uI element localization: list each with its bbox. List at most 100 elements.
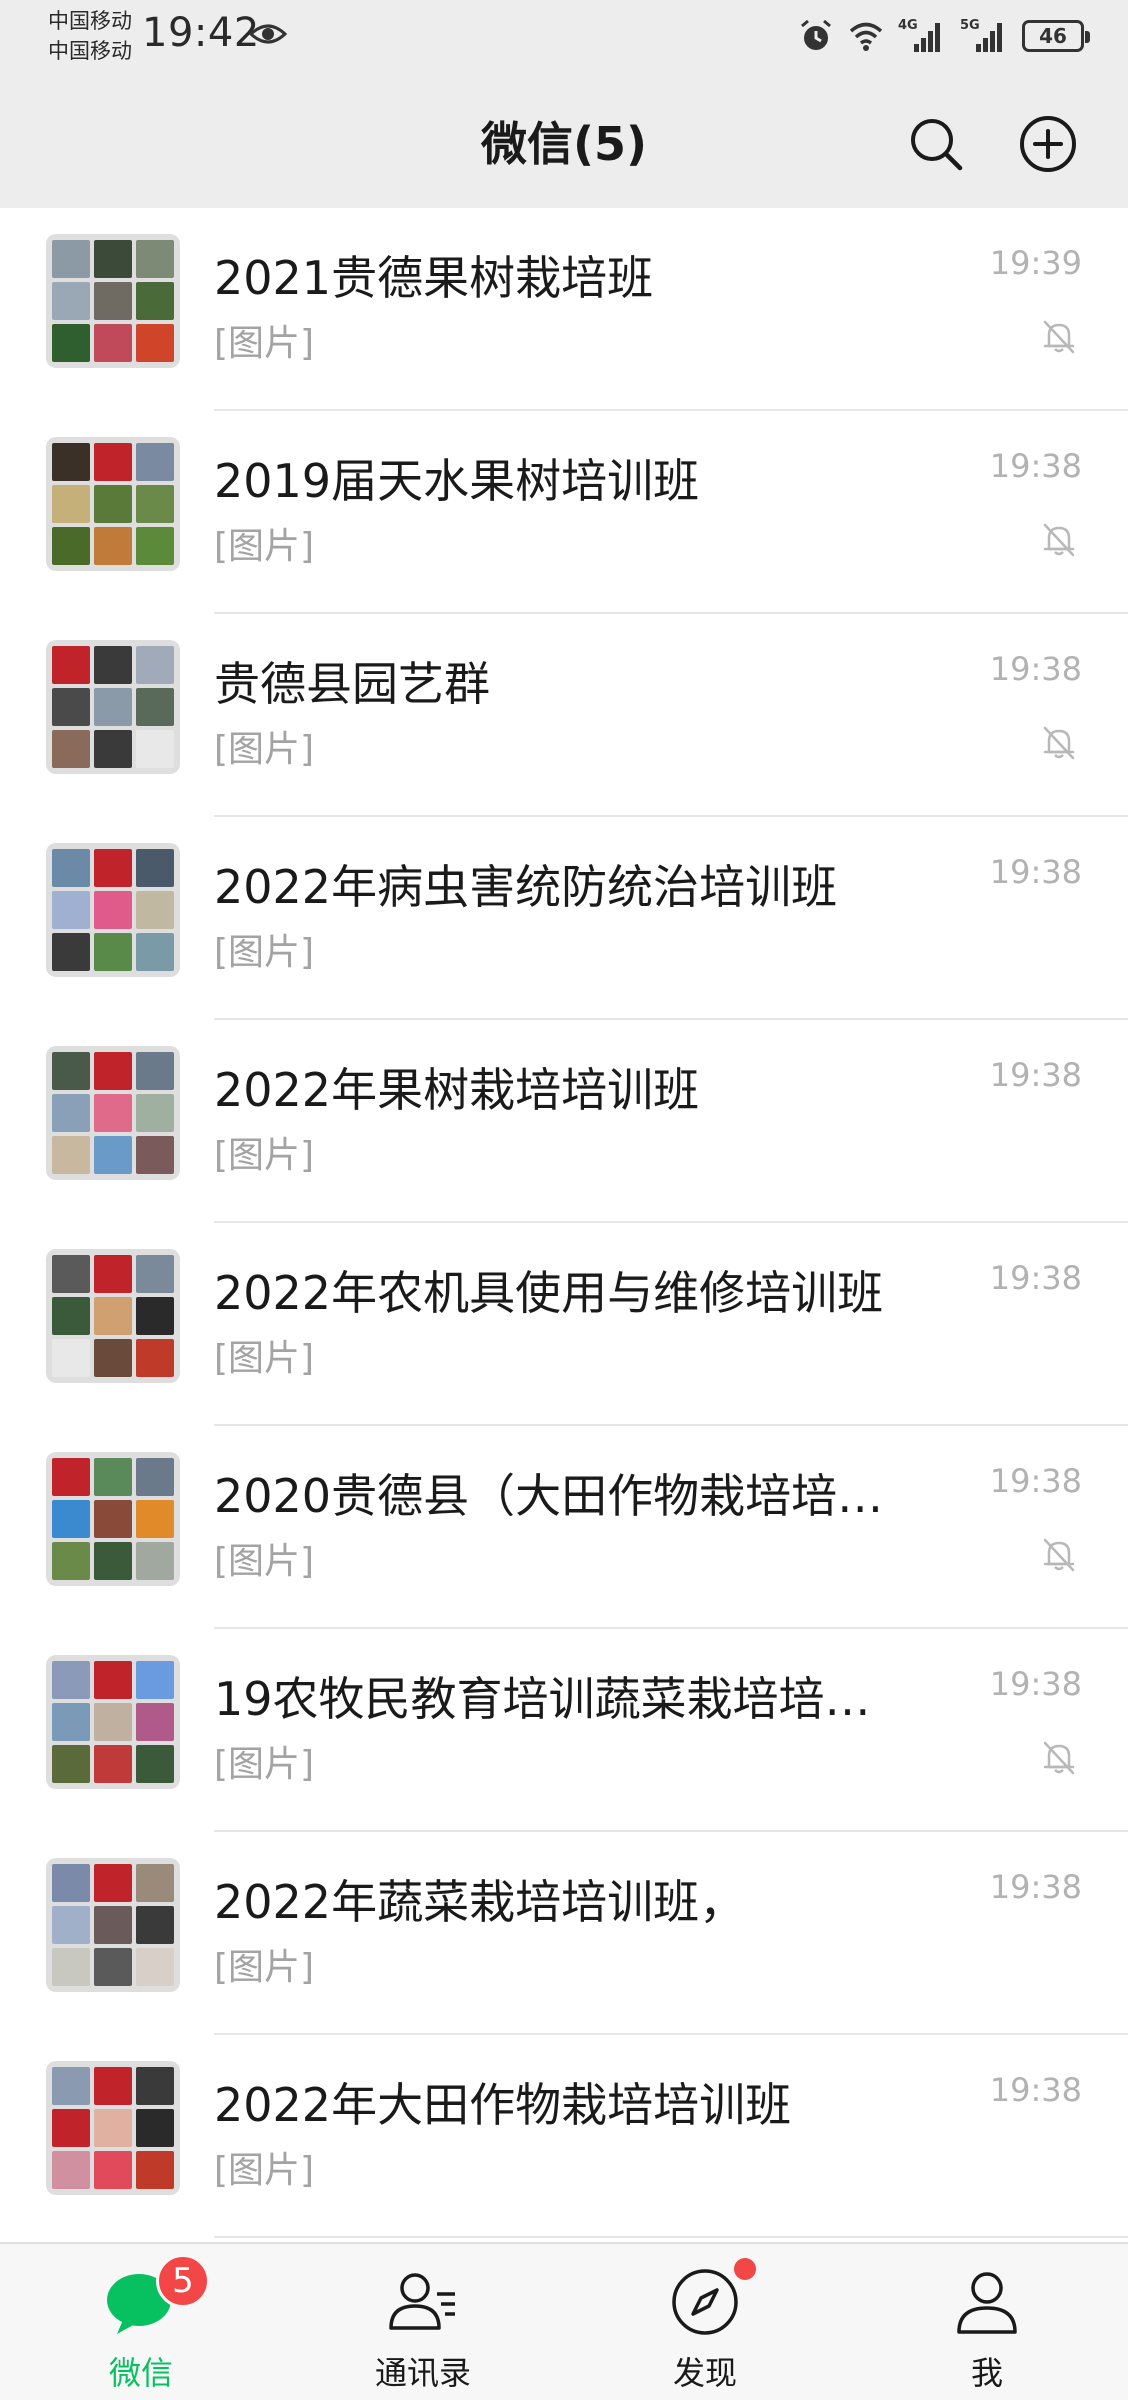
app-header: 微信(5) xyxy=(0,78,1128,208)
chat-time: 19:38 xyxy=(989,1665,1082,1703)
avatar-tile xyxy=(52,849,90,887)
search-button[interactable] xyxy=(900,108,972,180)
avatar-tile xyxy=(136,646,174,684)
avatar-tile xyxy=(94,1542,132,1580)
chat-time: 19:38 xyxy=(989,650,1082,688)
avatar-tile xyxy=(52,1255,90,1293)
avatar-tile xyxy=(136,527,174,565)
mute-icon xyxy=(1043,523,1075,557)
avatar-tile xyxy=(136,849,174,887)
avatar-tile xyxy=(136,1745,174,1783)
avatar-tile xyxy=(52,730,90,768)
avatar-tile xyxy=(94,2109,132,2147)
carrier-info: 中国移动 中国移动 xyxy=(48,6,132,66)
avatar-tile xyxy=(94,1255,132,1293)
avatar-tile xyxy=(136,1297,174,1335)
group-avatar xyxy=(46,843,180,977)
avatar-tile xyxy=(52,240,90,278)
chat-list-item[interactable]: 2020贵德县（大田作物栽培培… [图片] 19:38 xyxy=(0,1426,1128,1629)
avatar-tile xyxy=(136,730,174,768)
tab-label: 发现 xyxy=(672,2354,737,2392)
divider xyxy=(214,2236,1128,2238)
avatar-tile xyxy=(136,933,174,971)
avatar-tile xyxy=(94,240,132,278)
tab-contacts[interactable]: 通讯录 xyxy=(282,2244,564,2400)
avatar-tile xyxy=(52,1297,90,1335)
tab-me[interactable]: 我 xyxy=(846,2244,1128,2400)
chat-list-item[interactable]: 贵德县园艺群 [图片] 19:38 xyxy=(0,614,1128,817)
group-avatar xyxy=(46,437,180,571)
chat-list-item[interactable]: 2022年农机具使用与维修培训班 [图片] 19:38 xyxy=(0,1223,1128,1426)
chat-time: 19:38 xyxy=(989,1868,1082,1906)
wifi-icon xyxy=(849,22,883,51)
alarm-icon xyxy=(801,19,831,50)
chat-preview: [图片] xyxy=(214,729,315,770)
bottom-tab-bar: 微信 5 通讯录 发现 我 xyxy=(0,2242,1128,2400)
chat-preview: [图片] xyxy=(214,1947,315,1988)
avatar-tile xyxy=(52,1500,90,1538)
avatar-tile xyxy=(52,2151,90,2189)
avatar-tile xyxy=(136,1542,174,1580)
chat-list-item[interactable]: 2021贵德果树栽培班 [图片] 19:39 xyxy=(0,208,1128,411)
chat-name: 19农牧民教育培训蔬菜栽培培… xyxy=(214,1672,871,1726)
avatar-tile xyxy=(94,1661,132,1699)
chat-preview: [图片] xyxy=(214,1338,315,1379)
avatar-tile xyxy=(94,933,132,971)
avatar-tile xyxy=(52,1136,90,1174)
tab-chats[interactable]: 微信 5 xyxy=(0,2244,282,2400)
chat-name: 2020贵德县（大田作物栽培培… xyxy=(214,1469,884,1523)
tab-label: 微信 xyxy=(108,2354,173,2392)
chat-list-item[interactable]: 2022年病虫害统防统治培训班 [图片] 19:38 xyxy=(0,817,1128,1020)
avatar-tile xyxy=(52,1094,90,1132)
chat-list-item[interactable]: 2022年蔬菜栽培培训班， [图片] 19:38 xyxy=(0,1832,1128,2035)
avatar-tile xyxy=(94,324,132,362)
avatar-tile xyxy=(52,646,90,684)
avatar-tile xyxy=(136,1500,174,1538)
avatar-tile xyxy=(52,324,90,362)
avatar-tile xyxy=(94,1703,132,1741)
group-avatar xyxy=(46,1655,180,1789)
avatar-tile xyxy=(94,688,132,726)
contacts-icon xyxy=(385,2264,461,2340)
group-avatar xyxy=(46,1046,180,1180)
avatar-tile xyxy=(52,1864,90,1902)
tab-label: 我 xyxy=(970,2354,1003,2392)
avatar-tile xyxy=(136,282,174,320)
group-avatar xyxy=(46,234,180,368)
carrier-2: 中国移动 xyxy=(48,39,132,63)
tab-discover[interactable]: 发现 xyxy=(564,2244,846,2400)
chat-name: 2021贵德果树栽培班 xyxy=(214,251,654,305)
avatar-tile xyxy=(136,1864,174,1902)
avatar-tile xyxy=(136,1948,174,1986)
avatar-tile xyxy=(94,730,132,768)
avatar-tile xyxy=(136,2151,174,2189)
avatar-tile xyxy=(136,324,174,362)
avatar-tile xyxy=(94,1906,132,1944)
avatar-tile xyxy=(136,2109,174,2147)
chat-list-item[interactable]: 2022年大田作物栽培培训班 [图片] 19:38 xyxy=(0,2035,1128,2238)
chat-list-item[interactable]: 19农牧民教育培训蔬菜栽培培… [图片] 19:38 xyxy=(0,1629,1128,1832)
group-avatar xyxy=(46,1858,180,1992)
add-button[interactable] xyxy=(1012,108,1084,180)
avatar-tile xyxy=(94,443,132,481)
signal-icon: 4G xyxy=(898,18,946,54)
chat-list-item[interactable]: 2022年果树栽培培训班 [图片] 19:38 xyxy=(0,1020,1128,1223)
status-time: 19:42 xyxy=(142,10,260,56)
avatar-tile xyxy=(94,849,132,887)
chat-name: 2022年大田作物栽培培训班 xyxy=(214,2078,792,2132)
chat-preview: [图片] xyxy=(214,1744,315,1785)
chat-time: 19:38 xyxy=(989,2071,1082,2109)
avatar-tile xyxy=(52,1542,90,1580)
avatar-tile xyxy=(136,443,174,481)
chat-name: 2022年果树栽培培训班 xyxy=(214,1063,700,1117)
avatar-tile xyxy=(52,1458,90,1496)
avatar-tile xyxy=(94,1458,132,1496)
chat-name: 贵德县园艺群 xyxy=(214,657,490,711)
avatar-tile xyxy=(52,1339,90,1377)
chat-list-item[interactable]: 2019届天水果树培训班 [图片] 19:38 xyxy=(0,411,1128,614)
avatar-tile xyxy=(136,485,174,523)
avatar-tile xyxy=(136,1458,174,1496)
avatar-tile xyxy=(52,1052,90,1090)
chat-time: 19:38 xyxy=(989,1259,1082,1297)
avatar-tile xyxy=(136,1052,174,1090)
